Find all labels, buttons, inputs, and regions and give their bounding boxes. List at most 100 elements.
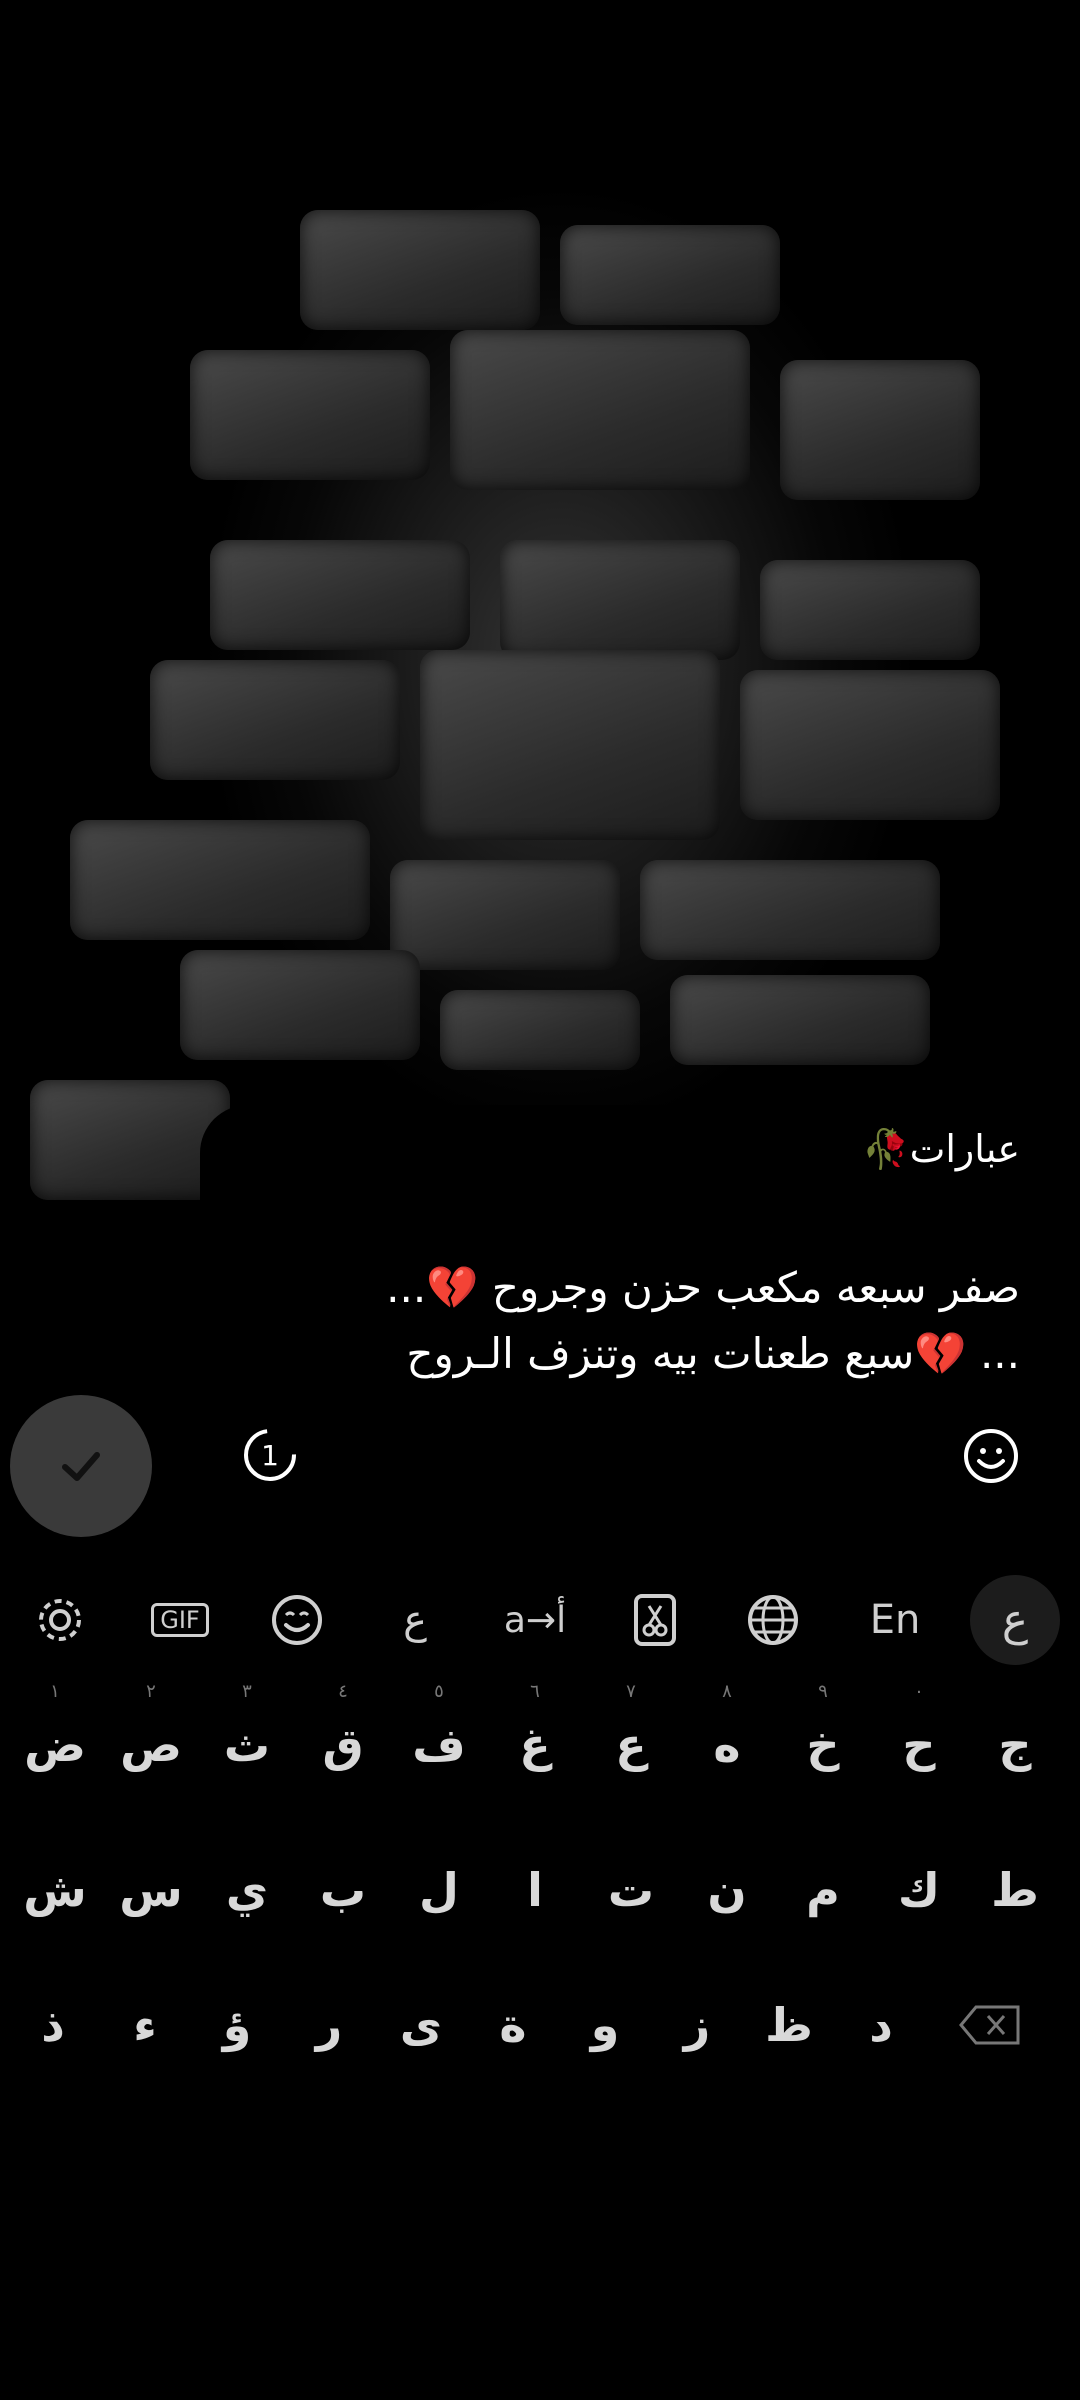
key-row3-4[interactable]: ى — [378, 1975, 464, 2075]
confirm-button[interactable] — [10, 1395, 152, 1537]
gear-icon — [39, 1599, 81, 1641]
language-globe-button[interactable] — [738, 1585, 808, 1655]
message-text[interactable]: صفر سبعه مكعب حزن وجروح 💔... ... 💔سبع طع… — [240, 1255, 1020, 1387]
lang-label: En — [869, 1597, 921, 1643]
key-label: ن — [707, 1863, 747, 1917]
key-row1-3[interactable]: ٤ق — [298, 1681, 388, 1795]
key-row2-2[interactable]: ي — [202, 1840, 292, 1940]
checkmark-icon — [62, 1452, 100, 1481]
settings-button[interactable] — [25, 1585, 95, 1655]
key-row2-8[interactable]: م — [778, 1840, 868, 1940]
key-label: ق — [322, 1718, 364, 1772]
key-hint: ٧ — [626, 1681, 636, 1702]
key-row-3: ذ ء ؤ ر ى ة و زظ د — [0, 1975, 1080, 2085]
key-row3-9[interactable]: د — [838, 1975, 924, 2075]
key-label: و — [590, 1998, 620, 2052]
backspace-key[interactable] — [950, 1975, 1030, 2075]
key-label: ف — [412, 1718, 466, 1772]
message-line-1: صفر سبعه مكعب حزن وجروح 💔... — [386, 1263, 1020, 1312]
key-row1-5[interactable]: ٦غ — [490, 1681, 580, 1795]
key-label: ة — [499, 1998, 527, 2052]
key-label: ى — [399, 1998, 443, 2052]
key-hint: ٣ — [242, 1681, 252, 1702]
key-hint: ٠ — [914, 1681, 924, 1702]
key-label: ي — [225, 1863, 269, 1917]
key-label: ط — [991, 1863, 1039, 1917]
key-label: ج — [998, 1718, 1032, 1772]
key-row2-1[interactable]: س — [106, 1840, 196, 1940]
key-label: ح — [902, 1718, 936, 1772]
key-row1-10[interactable]: ج — [970, 1695, 1060, 1795]
key-hint: ٦ — [530, 1681, 540, 1702]
key-label: ه — [713, 1718, 741, 1772]
key-label: ذ — [41, 1998, 65, 2052]
key-row-1: ١ض٢ص٣ث٤ق٥ف٦غ٧ع٨ه٩خ٠حج — [0, 1681, 1080, 1805]
smiley-icon — [272, 1595, 322, 1645]
transliterate-button[interactable]: a→أ — [490, 1585, 580, 1655]
kashida-label: ﻉ — [403, 1597, 427, 1643]
key-hint: ٨ — [722, 1681, 732, 1702]
key-row2-4[interactable]: ل — [394, 1840, 484, 1940]
key-row-2: شسيبل ا تن م كط — [0, 1840, 1080, 1950]
key-row3-5[interactable]: ة — [470, 1975, 556, 2075]
key-label: ث — [223, 1718, 271, 1772]
key-row1-2[interactable]: ٣ث — [202, 1681, 292, 1795]
keyboard-toolbar: GIF ﻉ a→أ En ع — [0, 1545, 1080, 1695]
key-hint: ٢ — [146, 1681, 156, 1702]
key-label: ض — [24, 1718, 86, 1772]
key-row3-0[interactable]: ذ — [10, 1975, 96, 2075]
timer-1-icon[interactable]: 1 — [240, 1425, 300, 1485]
key-label: ظ — [765, 1998, 813, 2052]
message-line-2: ... 💔سبع طعنات بيه وتنزف الـروح — [406, 1329, 1020, 1378]
svg-text:1: 1 — [261, 1439, 279, 1472]
key-label: ت — [607, 1863, 655, 1917]
key-row1-1[interactable]: ٢ص — [106, 1681, 196, 1795]
english-language-button[interactable]: En — [860, 1585, 930, 1655]
key-label: ر — [315, 1998, 343, 2052]
key-label: م — [806, 1863, 840, 1917]
key-row2-9[interactable]: ك — [874, 1840, 964, 1940]
kashida-button[interactable]: ﻉ — [380, 1585, 450, 1655]
key-label: غ — [519, 1718, 551, 1772]
key-row1-9[interactable]: ٠ح — [874, 1681, 964, 1795]
key-row3-2[interactable]: ؤ — [194, 1975, 280, 2075]
key-label: ل — [419, 1863, 459, 1917]
scissors-clipboard-icon — [634, 1594, 676, 1646]
key-label: ش — [23, 1863, 87, 1917]
key-label: ؤ — [222, 1998, 252, 2052]
emoji-button[interactable] — [262, 1585, 332, 1655]
key-row1-6[interactable]: ٧ع — [586, 1681, 676, 1795]
key-row2-6[interactable]: ت — [586, 1840, 676, 1940]
bubble-title: عبارات🥀 — [862, 1127, 1020, 1171]
key-row1-0[interactable]: ١ض — [10, 1681, 100, 1795]
key-label: ا — [527, 1863, 543, 1917]
key-label: د — [869, 1998, 893, 2052]
key-row2-0[interactable]: ش — [10, 1840, 100, 1940]
key-label: ص — [120, 1718, 182, 1772]
key-row2-3[interactable]: ب — [298, 1840, 388, 1940]
key-row2-5[interactable]: ا — [490, 1840, 580, 1940]
smiley-icon[interactable] — [962, 1427, 1020, 1485]
key-hint: ١ — [50, 1681, 60, 1702]
key-hint: ٩ — [818, 1681, 828, 1702]
arabic-language-button[interactable]: ع — [970, 1575, 1060, 1665]
key-label: س — [119, 1863, 183, 1917]
key-row3-8[interactable]: ظ — [746, 1975, 832, 2075]
transliterate-label: a→أ — [503, 1599, 567, 1641]
key-row1-4[interactable]: ٥ف — [394, 1681, 484, 1795]
key-row2-10[interactable]: ط — [970, 1840, 1060, 1940]
key-row3-6[interactable]: و — [562, 1975, 648, 2075]
text-bubble: عبارات🥀 صفر سبعه مكعب حزن وجروح 💔... ...… — [200, 1105, 1060, 1525]
key-row2-7[interactable]: ن — [682, 1840, 772, 1940]
key-row3-7[interactable]: ز — [654, 1975, 740, 2075]
key-hint: ٥ — [434, 1681, 444, 1702]
key-label: خ — [806, 1718, 840, 1772]
clipboard-button[interactable] — [620, 1585, 690, 1655]
key-label: ك — [897, 1863, 941, 1917]
key-hint: ٤ — [338, 1681, 348, 1702]
key-row1-7[interactable]: ٨ه — [682, 1681, 772, 1795]
key-row3-1[interactable]: ء — [102, 1975, 188, 2075]
key-row3-3[interactable]: ر — [286, 1975, 372, 2075]
key-row1-8[interactable]: ٩خ — [778, 1681, 868, 1795]
gif-button[interactable]: GIF — [140, 1585, 220, 1655]
